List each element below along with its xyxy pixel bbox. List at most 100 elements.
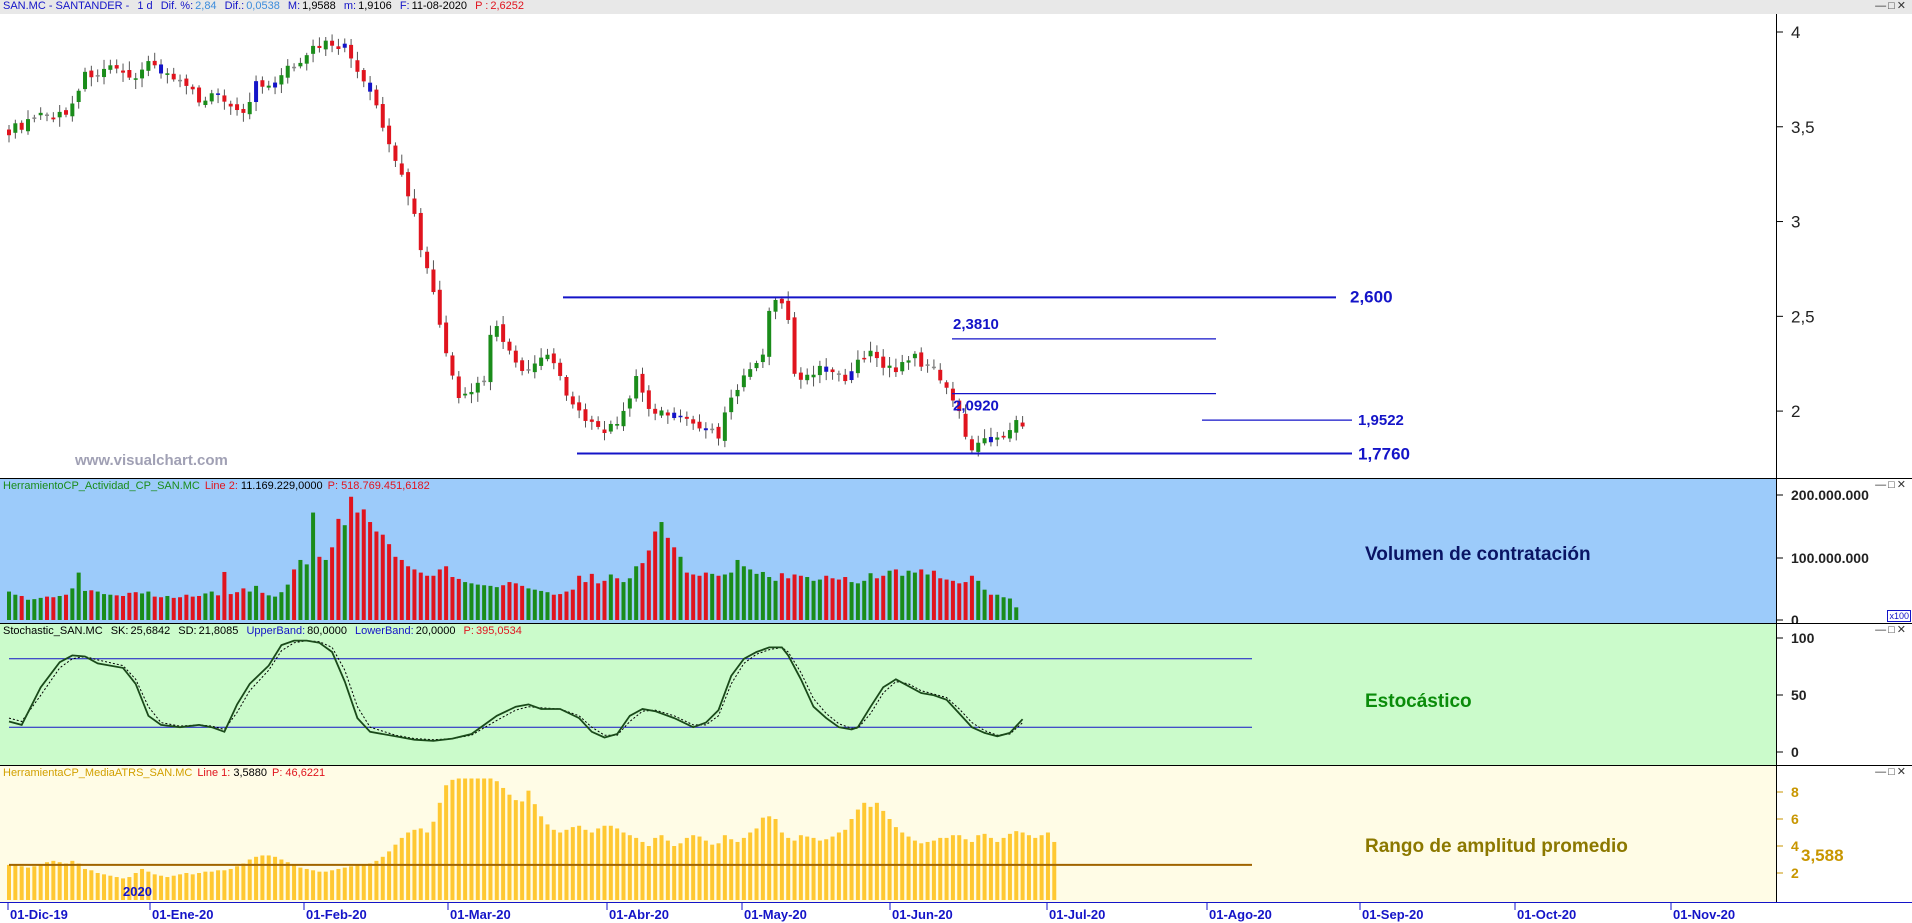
- date-axis-label: 01-Jul-20: [1049, 907, 1105, 922]
- candle-body: [551, 353, 556, 364]
- atr-bar: [89, 870, 94, 900]
- candle-body: [482, 380, 487, 383]
- volume-bar: [887, 570, 892, 620]
- stochastic-scale[interactable]: 100 50 0: [1776, 624, 1912, 765]
- atr-scale-label: 4: [1791, 838, 1799, 854]
- atr-scale[interactable]: 8 6 4 2 3,588: [1776, 766, 1912, 902]
- upper-band-value: 80,0000: [307, 625, 347, 637]
- atr-plot-area[interactable]: HerramientaCP_MediaATRS_SAN.MC Line 1: 3,5…: [0, 766, 1776, 902]
- atr-window-controls[interactable]: —□✕: [1875, 767, 1908, 778]
- candle-body: [602, 429, 607, 434]
- volume-bar: [640, 563, 645, 620]
- candle-body: [545, 354, 550, 360]
- candle-body: [526, 369, 531, 371]
- close-icon[interactable]: ✕: [1897, 479, 1908, 491]
- volume-scale[interactable]: 200.000.000 100.000.000 0 x100: [1776, 479, 1912, 623]
- minimize-icon[interactable]: —: [1875, 624, 1888, 636]
- price-plot-area[interactable]: SAN.MC - SANTANDER - 1 d Dif. %: 2,84 Dif…: [0, 0, 1912, 478]
- atr-bar: [292, 864, 297, 900]
- candle-body: [520, 360, 525, 371]
- atr-bar: [710, 844, 715, 900]
- atr-bar: [190, 874, 195, 900]
- candle-body: [760, 354, 765, 363]
- atr-bar: [868, 806, 873, 900]
- volume-bar: [418, 572, 423, 620]
- candle-body: [830, 369, 835, 373]
- restore-icon[interactable]: □: [1888, 479, 1897, 491]
- volume-bar: [13, 594, 18, 620]
- price-window-controls[interactable]: —□✕: [1875, 1, 1908, 12]
- candle-body: [266, 85, 271, 88]
- date-axis-label: 01-May-20: [744, 907, 807, 922]
- volume-plot-area[interactable]: HerramientoCP_Actividad_CP_SAN.MC Line 2:…: [0, 479, 1776, 623]
- atr-scale-label: 6: [1791, 811, 1799, 827]
- candle-body: [874, 351, 879, 359]
- price-panel: SAN.MC - SANTANDER - 1 d Dif. %: 2,84 Dif…: [0, 0, 1912, 479]
- atr-bar: [621, 832, 626, 900]
- atr-bar: [665, 840, 670, 900]
- restore-icon[interactable]: □: [1888, 624, 1897, 636]
- candle-body: [653, 408, 658, 414]
- volume-window-controls[interactable]: —□✕: [1875, 480, 1908, 491]
- candle-body: [228, 103, 233, 107]
- atr-bar: [874, 802, 879, 900]
- volume-panel: HerramientoCP_Actividad_CP_SAN.MC Line 2:…: [0, 479, 1912, 624]
- volume-bar: [551, 594, 556, 620]
- atr-bar: [957, 835, 962, 900]
- candle-body: [285, 65, 290, 78]
- level-19522-label: 1,9522: [1358, 412, 1404, 429]
- candle-body: [222, 95, 227, 102]
- candle-body: [938, 369, 943, 381]
- candle-body: [380, 104, 385, 128]
- date-axis[interactable]: 01-Dic-19 01-Ene-20 01-Feb-20 01-Mar-20 01-A…: [0, 902, 1912, 923]
- minimize-icon[interactable]: —: [1875, 766, 1888, 778]
- close-icon[interactable]: ✕: [1897, 624, 1908, 636]
- atr-bar: [361, 864, 366, 900]
- volume-bar: [893, 569, 898, 620]
- atr-bar: [159, 875, 164, 900]
- restore-icon[interactable]: □: [1888, 766, 1897, 778]
- minimize-icon[interactable]: —: [1875, 0, 1888, 12]
- volume-bar: [786, 578, 791, 620]
- volume-bar: [355, 512, 360, 620]
- volume-bar: [824, 575, 829, 620]
- stochastic-scale-label: 100: [1791, 630, 1815, 646]
- atr-bar: [501, 787, 506, 900]
- atr-bar: [368, 863, 373, 900]
- volume-bar: [577, 575, 582, 620]
- stochastic-plot-area[interactable]: Stochastic_SAN.MC SK: 25,6842 SD: 21,8085 …: [0, 624, 1776, 765]
- atr-bar: [387, 851, 392, 900]
- minimize-icon[interactable]: —: [1875, 479, 1888, 491]
- candle-body: [564, 376, 569, 396]
- price-scale-label: 3: [1791, 213, 1800, 232]
- volume-bar: [944, 579, 949, 620]
- candle-body: [152, 60, 157, 66]
- atr-scale-svg: 8 6 4 23,588: [1777, 784, 1844, 881]
- volume-bar: [412, 569, 417, 620]
- volume-bar: [792, 574, 797, 620]
- atr-bar: [285, 862, 290, 900]
- price-scale[interactable]: 4 3,5 3 2,5 2: [1776, 14, 1912, 478]
- candle-body: [292, 66, 297, 69]
- candle-body: [140, 69, 145, 79]
- close-icon[interactable]: ✕: [1897, 766, 1908, 778]
- volume-bar: [19, 595, 24, 620]
- stochastic-window-controls[interactable]: —□✕: [1875, 625, 1908, 636]
- volume-bar: [735, 559, 740, 620]
- candle-body: [83, 71, 88, 90]
- restore-icon[interactable]: □: [1888, 0, 1897, 12]
- volume-bar: [165, 595, 170, 620]
- volume-bar: [900, 575, 905, 620]
- candle-body: [779, 298, 784, 304]
- candle-body: [912, 353, 917, 359]
- price-label: P :: [475, 0, 489, 12]
- atr-chart-svg: 2020: [7, 778, 1252, 900]
- volume-bar: [520, 585, 525, 620]
- atr-bar: [171, 875, 176, 900]
- atr-p-value: 46,6221: [285, 767, 326, 779]
- atr-bar: [887, 819, 892, 900]
- candle-body: [412, 198, 417, 214]
- close-icon[interactable]: ✕: [1897, 0, 1908, 12]
- date-value: 11-08-2020: [411, 0, 468, 12]
- candle-body: [114, 65, 119, 69]
